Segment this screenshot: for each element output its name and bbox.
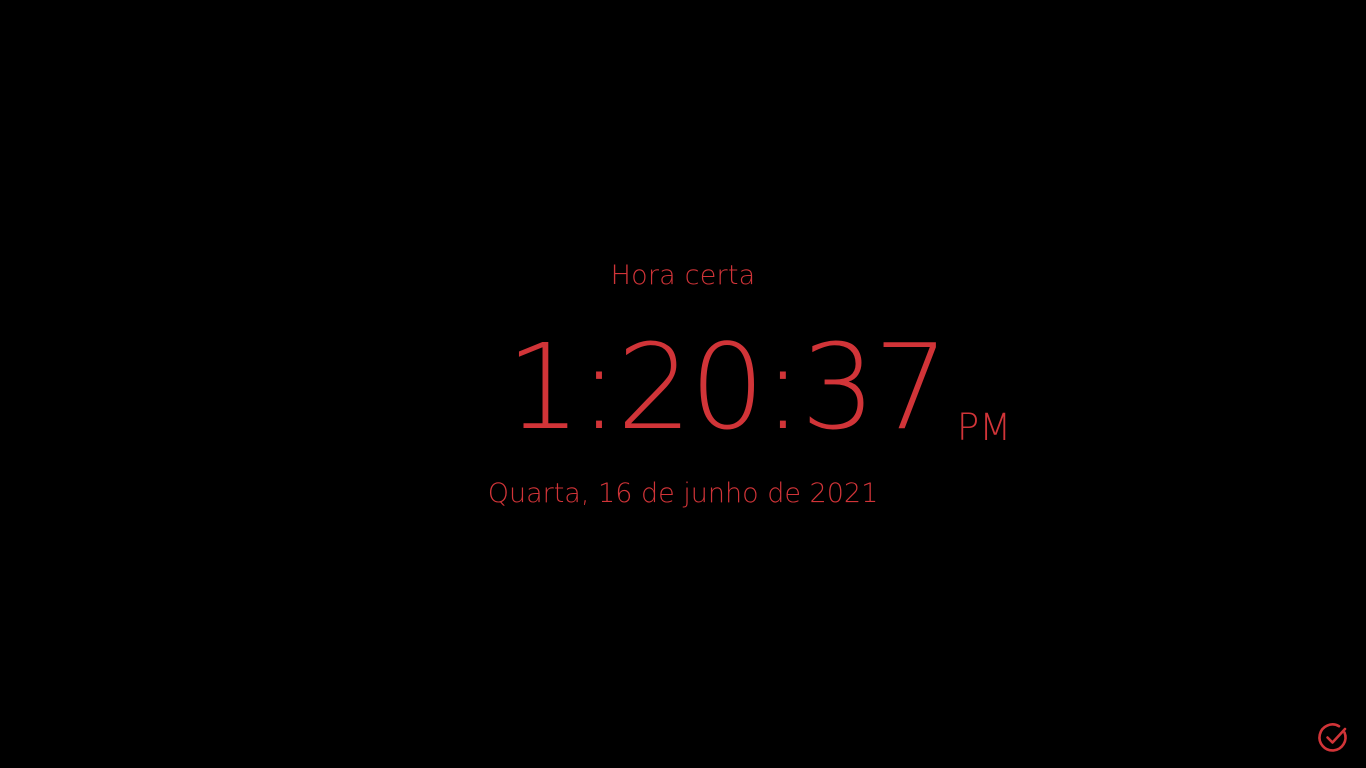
current-date: Quarta, 16 de junho de 2021 xyxy=(487,478,879,509)
check-circle-icon xyxy=(1318,723,1347,752)
am-pm-indicator: PM xyxy=(956,406,1012,449)
current-time: 1:20:37 xyxy=(506,318,949,456)
check-circle-button[interactable] xyxy=(1316,720,1352,756)
date-row: Quarta, 16 de junho de 2021 xyxy=(0,474,1366,514)
clock-title: Hora certa xyxy=(610,260,756,291)
clock-screen: Hora certa 1:20:37 PM Quarta, 16 de junho… xyxy=(0,0,1366,768)
time-display: 1:20:37 PM xyxy=(506,322,1011,452)
